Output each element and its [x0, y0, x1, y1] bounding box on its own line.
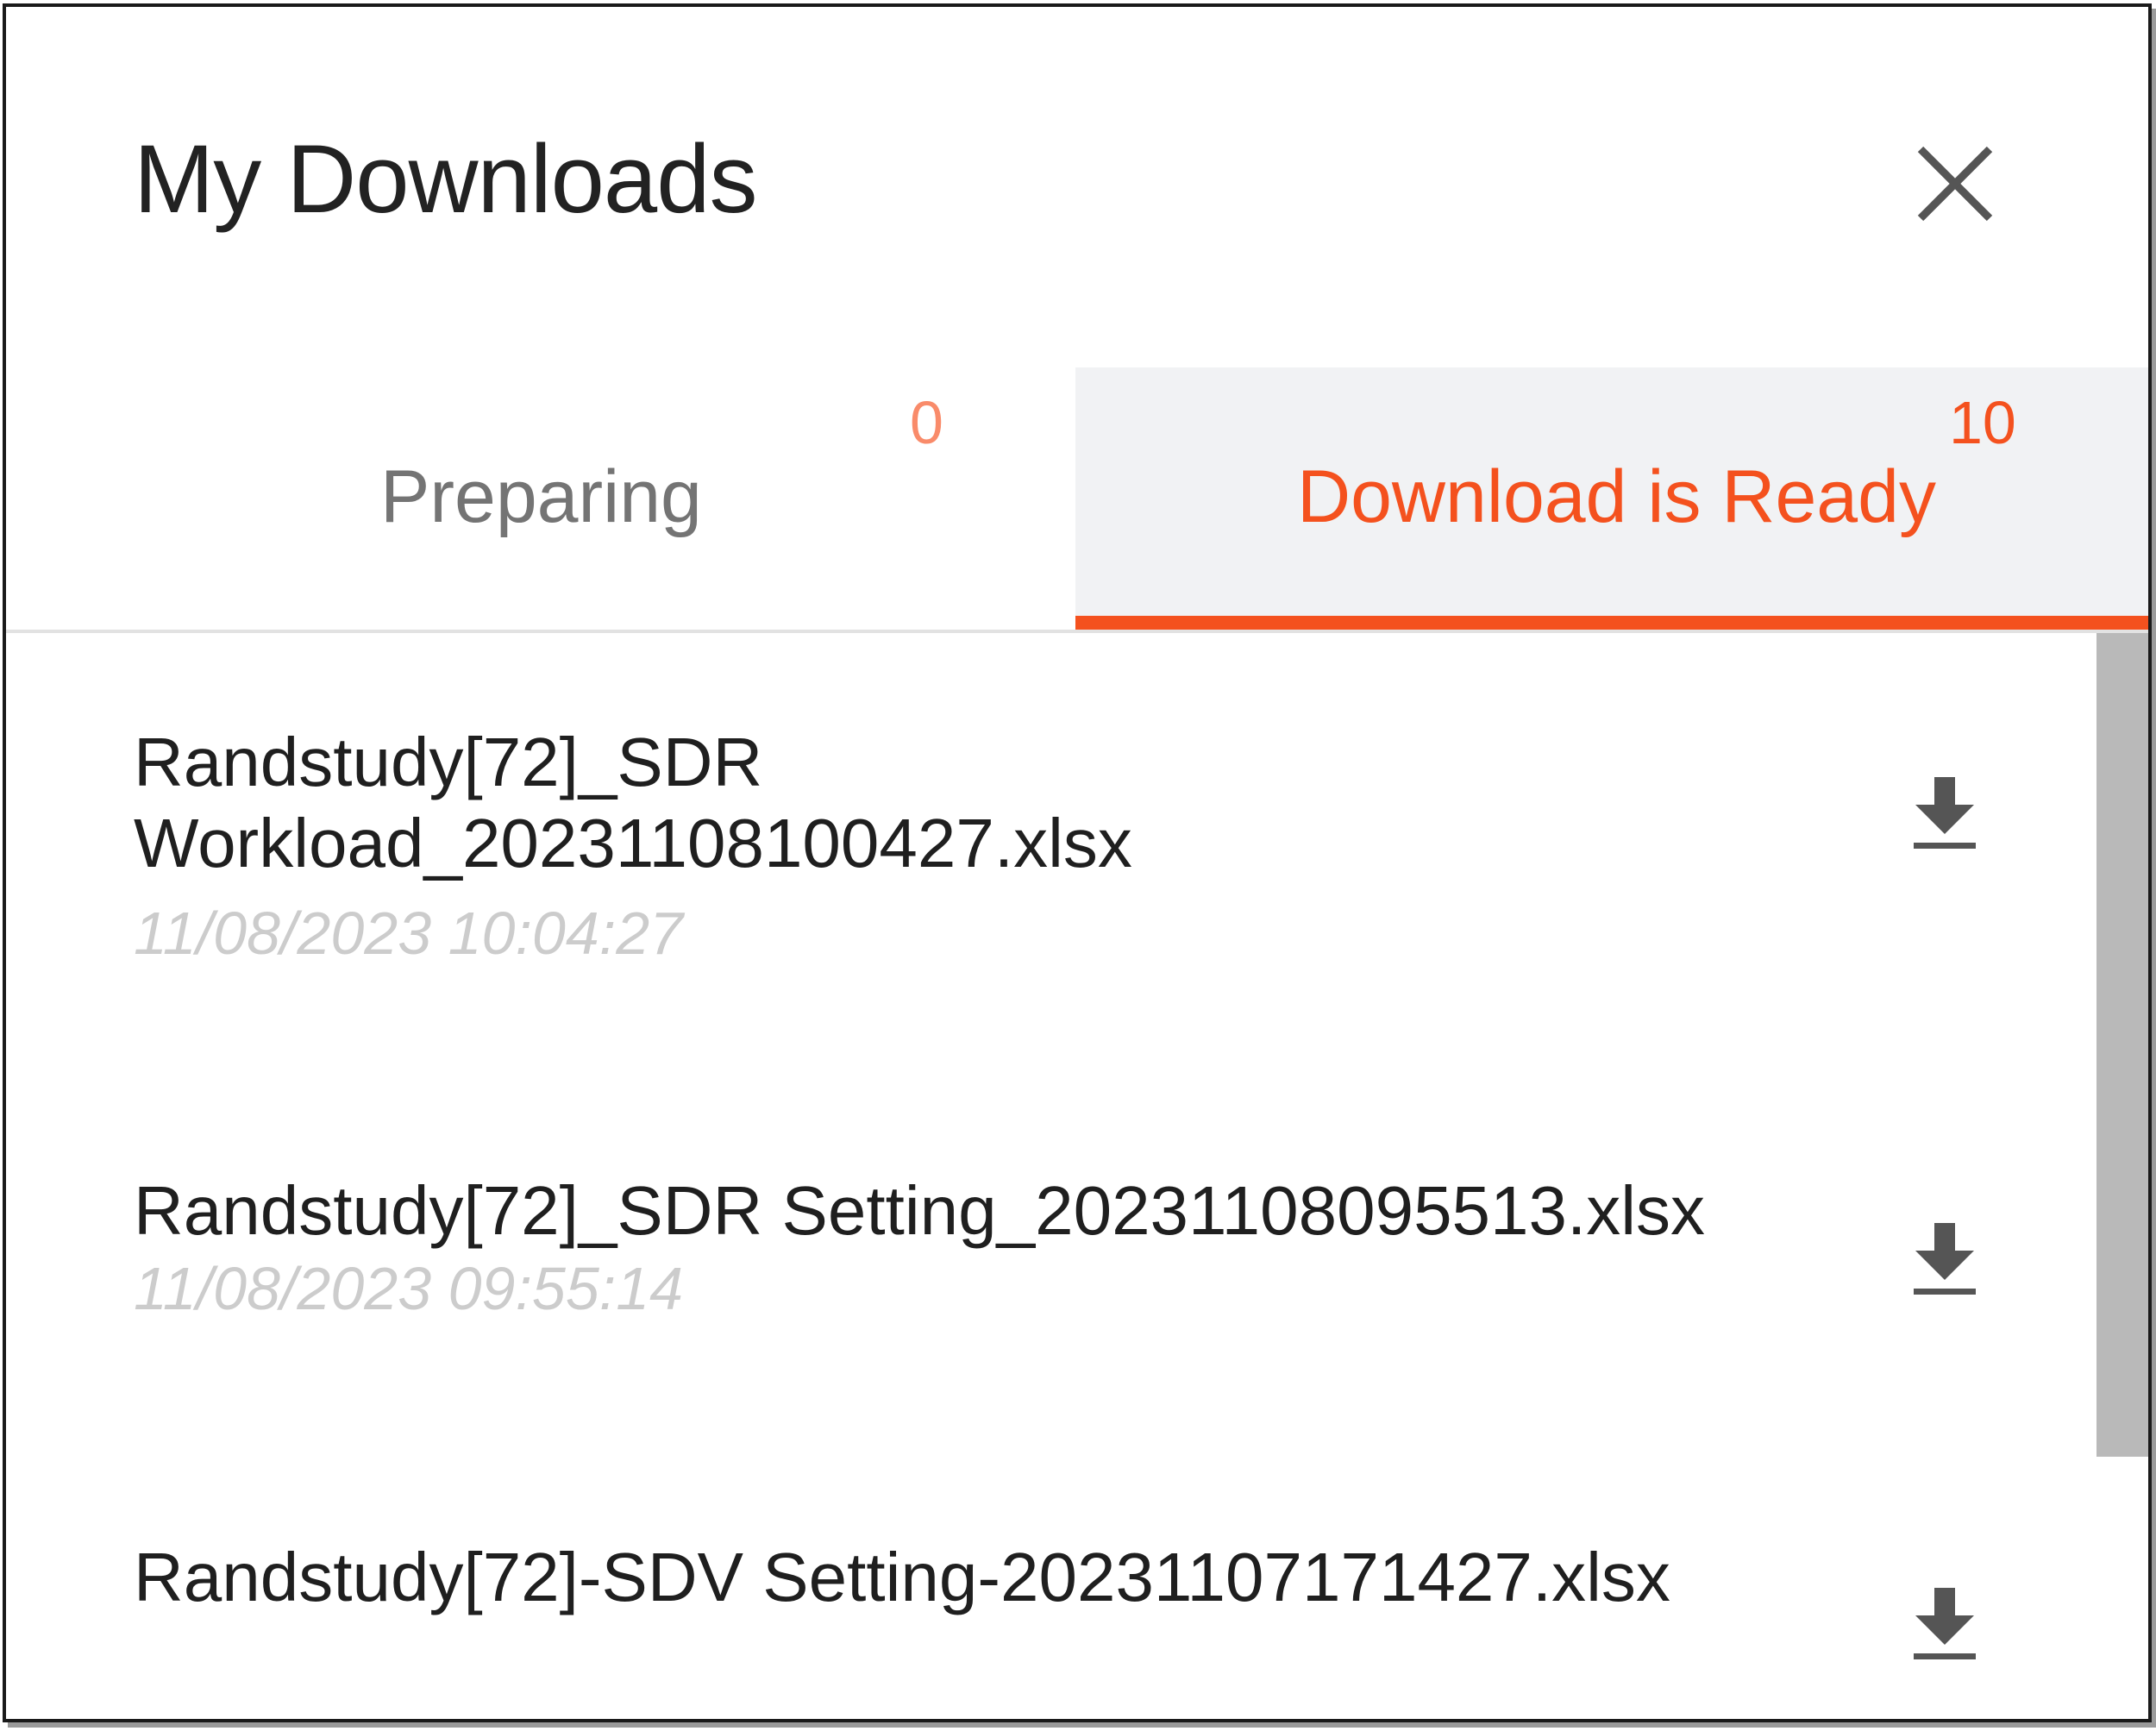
downloads-dialog: My Downloads 0 Preparing 10 Download is … — [3, 3, 2152, 1722]
download-icon — [1914, 1588, 1976, 1659]
close-button[interactable] — [1912, 141, 1998, 227]
tab-download-ready-label: Download is Ready — [1297, 455, 1936, 538]
download-button[interactable] — [1910, 1586, 1979, 1664]
downloads-list: Randstudy[72]_SDR Workload_2023110810042… — [6, 633, 2096, 1719]
download-tabs: 0 Preparing 10 Download is Ready — [6, 367, 2148, 633]
tab-preparing-label: Preparing — [380, 455, 702, 538]
file-name-line: Randstudy[72]_SDR Setting_20231108095513… — [134, 1172, 1706, 1249]
download-button[interactable] — [1910, 775, 1979, 853]
download-item: Randstudy[72]_SDR Workload_2023110810042… — [134, 719, 2014, 967]
download-icon — [1914, 1223, 1976, 1295]
tab-download-ready[interactable]: 10 Download is Ready — [1075, 367, 2148, 630]
download-icon — [1914, 777, 1976, 849]
download-date: 11/08/2023 10:04:27 — [134, 900, 684, 967]
file-name-line: Workload_20231108100427.xlsx — [134, 805, 1132, 881]
tab-preparing[interactable]: 0 Preparing — [6, 367, 1075, 630]
download-button[interactable] — [1910, 1221, 1979, 1299]
download-date: 11/08/2023 09:55:14 — [134, 1255, 684, 1322]
close-icon — [1917, 146, 1993, 222]
file-name-line: Randstudy[72]-SDV Setting-20231107171427… — [134, 1539, 1670, 1615]
file-name-line: Randstudy[72]_SDR — [134, 724, 763, 800]
dialog-title: My Downloads — [134, 125, 758, 233]
download-item: Randstudy[72]-SDV Setting-20231107171427… — [134, 1534, 2014, 1707]
scrollbar-thumb[interactable] — [2096, 633, 2148, 1457]
preparing-count-badge: 0 — [910, 389, 943, 456]
list-scrollbar[interactable] — [2096, 633, 2148, 1719]
ready-count-badge: 10 — [1949, 389, 2016, 456]
download-item: Randstudy[72]_SDR Setting_20231108095513… — [134, 1168, 2014, 1323]
